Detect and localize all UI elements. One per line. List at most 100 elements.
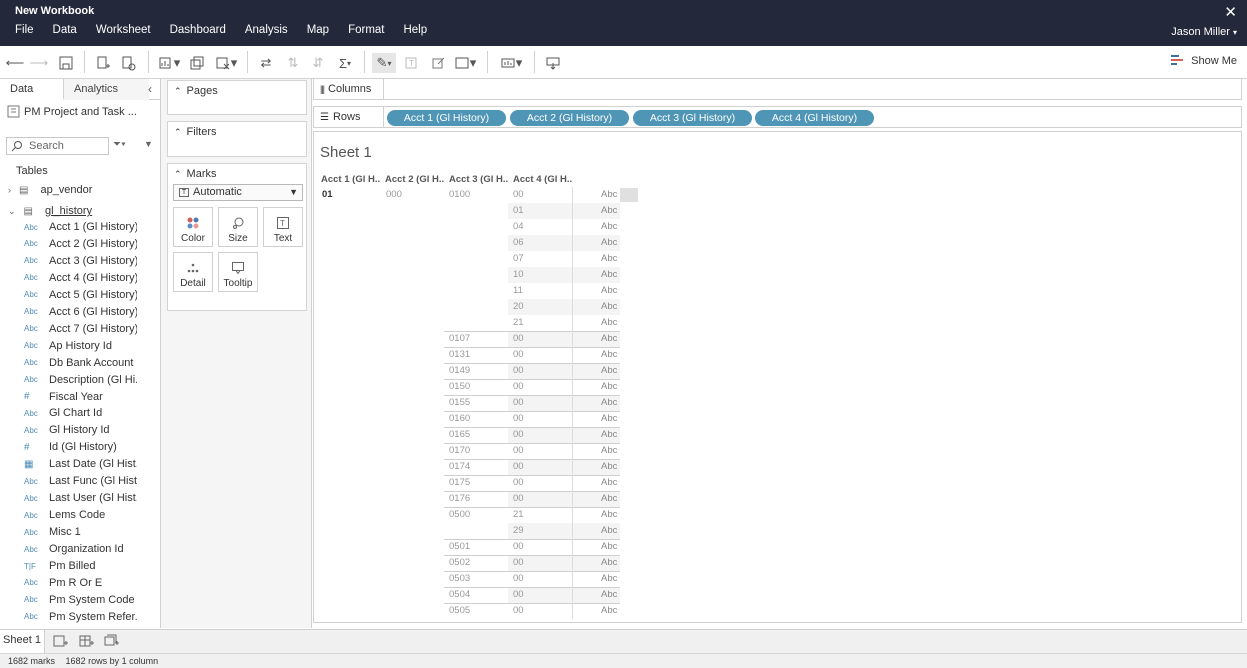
mark-label[interactable]: Abc [601, 253, 617, 264]
field-item[interactable]: Abc Acct 4 (Gl History) [24, 272, 137, 284]
mark-label[interactable]: Abc [601, 221, 617, 232]
acct-4-cell[interactable]: 29 [513, 525, 524, 536]
mark-label[interactable]: Abc [601, 525, 617, 536]
acct-3-cell[interactable]: 0504 [449, 589, 470, 600]
new-worksheet-icon[interactable] [53, 634, 69, 648]
mark-label[interactable]: Abc [601, 365, 617, 376]
mark-label[interactable]: Abc [601, 541, 617, 552]
acct-4-cell[interactable]: 00 [513, 493, 524, 504]
size-button[interactable]: Size [218, 207, 258, 247]
acct-3-cell[interactable]: 0100 [449, 189, 470, 200]
acct-3-cell[interactable]: 0500 [449, 509, 470, 520]
acct-3-cell[interactable]: 0503 [449, 573, 470, 584]
mark-label[interactable]: Abc [601, 557, 617, 568]
columns-shelf[interactable]: ||| Columns [313, 78, 1242, 100]
mark-label[interactable]: Abc [601, 589, 617, 600]
filters-card[interactable]: ⌃ Filters [167, 121, 307, 157]
mark-label[interactable]: Abc [601, 493, 617, 504]
mark-label[interactable]: Abc [601, 381, 617, 392]
mark-label[interactable]: Abc [601, 285, 617, 296]
pause-updates-icon[interactable] [117, 53, 139, 73]
mark-label[interactable]: Abc [601, 477, 617, 488]
mark-label[interactable]: Abc [601, 573, 617, 584]
save-icon[interactable] [55, 53, 77, 73]
menu-item-data[interactable]: Data [38, 24, 87, 42]
acct-4-cell[interactable]: 00 [513, 349, 524, 360]
pages-card[interactable]: ⌃ Pages [167, 80, 307, 115]
field-item[interactable]: Abc Description (Gl Hi... [24, 374, 137, 386]
field-item[interactable]: ▦ Last Date (Gl Hist... [24, 458, 137, 470]
acct-4-cell[interactable]: 00 [513, 557, 524, 568]
color-button[interactable]: Color [173, 207, 213, 247]
acct-4-cell[interactable]: 10 [513, 269, 524, 280]
mark-label[interactable]: Abc [601, 461, 617, 472]
sheet-tab[interactable]: Sheet 1 [0, 630, 45, 653]
sort-ascending-icon[interactable]: ⇅ [282, 53, 304, 73]
acct-3-cell[interactable]: 0131 [449, 349, 470, 360]
menu-item-map[interactable]: Map [292, 24, 339, 42]
field-item[interactable]: Abc Pm System Code [24, 594, 137, 606]
sort-descending-icon[interactable]: ⇵ [307, 53, 329, 73]
acct-4-cell[interactable]: 00 [513, 397, 524, 408]
row-pill-acct-4[interactable]: Acct 4 (Gl History) [755, 110, 874, 126]
acct-4-cell[interactable]: 06 [513, 237, 524, 248]
new-story-icon[interactable] [104, 634, 120, 648]
acct-4-cell[interactable]: 00 [513, 589, 524, 600]
field-item[interactable]: Abc Last User (Gl Hist... [24, 492, 137, 504]
user-menu[interactable]: Jason Miller ▾ [1171, 26, 1237, 38]
mark-label[interactable]: Abc [601, 269, 617, 280]
field-item[interactable]: Abc Misc 1 [24, 526, 137, 538]
duplicate-sheet-icon[interactable] [186, 53, 208, 73]
field-item[interactable]: T|F Pm Billed [24, 560, 137, 572]
swap-icon[interactable]: ⇄ [255, 53, 277, 73]
column-header-acct-4[interactable]: Acct 4 (Gl H.. [513, 174, 572, 185]
acct-4-cell[interactable]: 00 [513, 605, 524, 616]
mark-label[interactable]: Abc [601, 189, 617, 200]
mark-label[interactable]: Abc [601, 413, 617, 424]
field-item[interactable]: Abc Acct 6 (Gl History) [24, 306, 137, 318]
acct-3-cell[interactable]: 0160 [449, 413, 470, 424]
text-button[interactable]: T Text [263, 207, 303, 247]
acct-4-cell[interactable]: 07 [513, 253, 524, 264]
acct-3-cell[interactable]: 0502 [449, 557, 470, 568]
acct-3-cell[interactable]: 0501 [449, 541, 470, 552]
acct-4-cell[interactable]: 00 [513, 189, 524, 200]
labels-icon[interactable]: T [400, 53, 422, 73]
table-item-gl-history[interactable]: ⌄ ▤ gl_history [8, 205, 92, 217]
acct-4-cell[interactable]: 04 [513, 221, 524, 232]
datasource-item[interactable]: PM Project and Task ... [7, 105, 137, 118]
menu-item-analysis[interactable]: Analysis [230, 24, 298, 42]
acct-4-cell[interactable]: 21 [513, 317, 524, 328]
acct-4-cell[interactable]: 00 [513, 573, 524, 584]
collapse-pane-icon[interactable]: ‹ [148, 82, 152, 96]
highlight-icon[interactable]: ✎ ▾ [372, 53, 396, 73]
clear-sheet-icon[interactable]: ▾ [213, 53, 239, 73]
field-item[interactable]: Abc Acct 7 (Gl History) [24, 323, 137, 335]
field-item[interactable]: Abc Lems Code [24, 509, 137, 521]
acct-4-cell[interactable]: 00 [513, 365, 524, 376]
mark-label[interactable]: Abc [601, 317, 617, 328]
mark-label[interactable]: Abc [601, 605, 617, 616]
field-item[interactable]: Abc Gl Chart Id [24, 407, 137, 419]
field-item[interactable]: Abc Db Bank Account Id [24, 357, 137, 369]
field-item[interactable]: Abc Pm System Refer... [24, 611, 137, 623]
acct-1-value[interactable]: 01 [322, 189, 333, 200]
search-input[interactable]: Search [6, 137, 109, 155]
field-item[interactable]: Abc Last Func (Gl Hist... [24, 475, 137, 487]
mark-label[interactable]: Abc [601, 349, 617, 360]
menu-item-format[interactable]: Format [333, 24, 394, 42]
column-header-acct-3[interactable]: Acct 3 (Gl H.. [449, 174, 508, 185]
acct-4-cell[interactable]: 20 [513, 301, 524, 312]
mark-label[interactable]: Abc [601, 445, 617, 456]
acct-3-cell[interactable]: 0165 [449, 429, 470, 440]
pane-menu-icon[interactable]: ▼ [144, 139, 153, 149]
acct-4-cell[interactable]: 00 [513, 429, 524, 440]
acct-4-cell[interactable]: 21 [513, 509, 524, 520]
new-dashboard-icon[interactable] [79, 634, 95, 648]
mark-label[interactable]: Abc [601, 237, 617, 248]
acct-4-cell[interactable]: 00 [513, 541, 524, 552]
column-header-acct-2[interactable]: Acct 2 (Gl H.. [385, 174, 444, 185]
acct-4-cell[interactable]: 00 [513, 477, 524, 488]
acct-3-cell[interactable]: 0150 [449, 381, 470, 392]
presentation-icon[interactable]: ▾ [496, 53, 526, 73]
